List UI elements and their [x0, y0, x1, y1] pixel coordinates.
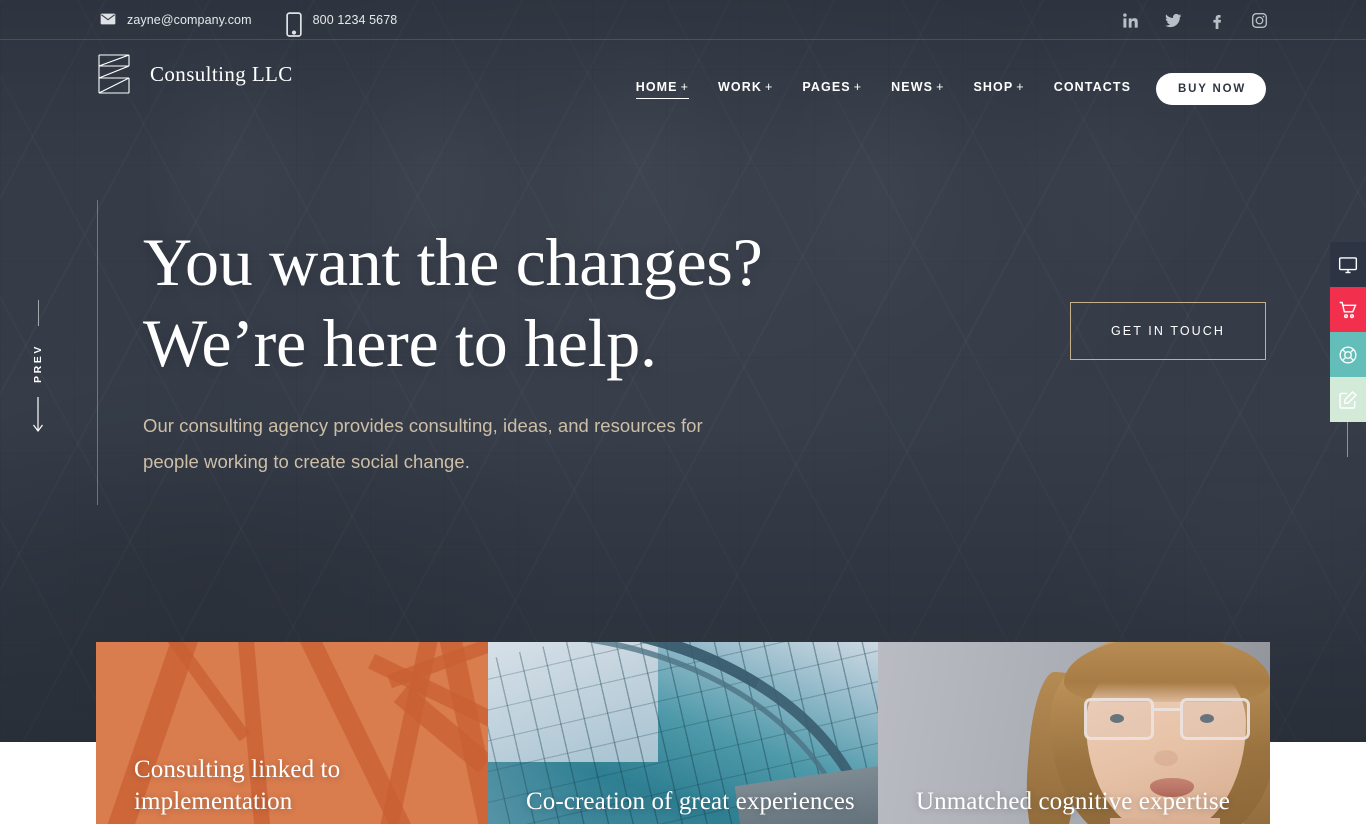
- hero-subtitle: Our consulting agency provides consultin…: [143, 408, 843, 480]
- feature-card-expertise[interactable]: Unmatched cognitive expertise: [878, 642, 1270, 824]
- twitter-icon[interactable]: [1165, 12, 1182, 29]
- brand-name-text: Consulting LLC: [150, 61, 293, 86]
- side-icon-rail: [1330, 242, 1366, 457]
- hero-content: You want the changes? We’re here to help…: [143, 222, 903, 480]
- nav-label-work: WORK: [718, 80, 762, 94]
- lifebuoy-icon: [1338, 345, 1358, 365]
- hero-title-line-2: We’re here to help.: [143, 305, 657, 381]
- rail-button-support[interactable]: [1330, 332, 1366, 377]
- nav-item-work[interactable]: WORK +: [718, 80, 773, 98]
- topbar-phone-text: 800 1234 5678: [312, 12, 398, 27]
- nav-item-shop[interactable]: SHOP +: [973, 80, 1024, 98]
- topbar-contact-group: zayne@company.com 800 1234 5678: [100, 11, 398, 37]
- topbar-email[interactable]: zayne@company.com: [100, 12, 252, 28]
- nav-label-news: NEWS: [891, 80, 934, 94]
- card-title-expertise: Unmatched cognitive expertise: [916, 788, 1230, 815]
- topbar-email-text: zayne@company.com: [127, 12, 252, 27]
- instagram-icon[interactable]: [1251, 12, 1268, 29]
- get-in-touch-button[interactable]: GET IN TOUCH: [1070, 302, 1266, 360]
- zigzag-logo-icon: [96, 53, 134, 95]
- nav-item-contacts[interactable]: CONTACTS: [1054, 80, 1131, 98]
- arrow-down-icon[interactable]: [32, 397, 44, 433]
- page-root: zayne@company.com 800 1234 5678 Consulti…: [0, 0, 1366, 824]
- nav-label-shop: SHOP: [973, 80, 1014, 94]
- site-header: Consulting LLC HOME + WORK + PAGES + NEWS + …: [0, 40, 1366, 132]
- top-contact-bar: zayne@company.com 800 1234 5678: [0, 0, 1366, 40]
- main-navigation: HOME + WORK + PAGES + NEWS + SHOP + CONTACTS …: [635, 73, 1266, 105]
- nav-item-home[interactable]: HOME +: [635, 79, 690, 99]
- feature-cards: Consulting linked to implementation Co-c…: [96, 642, 1270, 824]
- mobile-phone-icon: [285, 11, 302, 37]
- nav-plus-news: +: [936, 80, 945, 94]
- nav-plus-work: +: [765, 80, 774, 94]
- topbar-phone[interactable]: 800 1234 5678: [285, 11, 398, 37]
- buy-now-button[interactable]: BUY NOW: [1156, 73, 1266, 105]
- nav-label-contacts: CONTACTS: [1053, 80, 1132, 94]
- monitor-icon: [1338, 255, 1358, 275]
- edit-pencil-icon: [1338, 390, 1358, 410]
- rail-button-edit[interactable]: [1330, 377, 1366, 422]
- feature-card-cocreation[interactable]: Co-creation of great experiences: [488, 642, 878, 824]
- nav-item-pages[interactable]: PAGES +: [802, 80, 862, 98]
- nav-plus-shop: +: [1016, 80, 1025, 94]
- hero-title-line-1: You want the changes?: [143, 224, 763, 300]
- prev-label[interactable]: PREV: [32, 344, 44, 383]
- brand-logo[interactable]: Consulting LLC: [96, 53, 293, 95]
- nav-label-pages: PAGES: [802, 80, 851, 94]
- rail-tail-line: [1347, 422, 1348, 457]
- nav-label-home: HOME: [635, 79, 678, 94]
- hero-subtitle-line-1: Our consulting agency provides consultin…: [143, 415, 703, 436]
- shopping-cart-icon: [1338, 300, 1358, 320]
- linkedin-icon[interactable]: [1122, 12, 1139, 29]
- nav-plus-pages: +: [853, 80, 863, 94]
- prev-tick-line: [37, 300, 39, 326]
- card-title-consulting: Consulting linked to implementation: [134, 756, 341, 815]
- rail-button-cart[interactable]: [1330, 287, 1366, 332]
- hero-title: You want the changes? We’re here to help…: [143, 222, 903, 384]
- card-title-cocreation: Co-creation of great experiences: [526, 788, 855, 815]
- social-links: [1122, 0, 1268, 40]
- feature-card-consulting[interactable]: Consulting linked to implementation: [96, 642, 488, 824]
- hero-subtitle-line-2: people working to create social change.: [143, 451, 470, 472]
- nav-plus-home: +: [680, 79, 690, 94]
- slider-prev-control[interactable]: PREV: [20, 300, 56, 445]
- envelope-icon: [100, 12, 116, 28]
- facebook-icon[interactable]: [1208, 12, 1225, 29]
- hero-vertical-divider: [97, 200, 98, 505]
- rail-button-monitor[interactable]: [1330, 242, 1366, 287]
- nav-item-news[interactable]: NEWS +: [891, 80, 944, 98]
